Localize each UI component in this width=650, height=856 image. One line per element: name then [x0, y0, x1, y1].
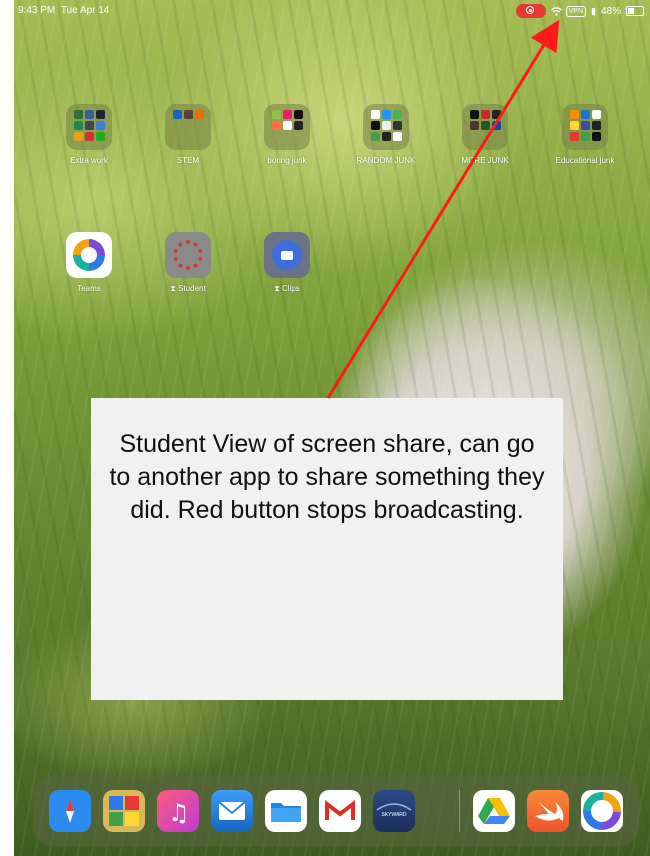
dock: ♫ SKYWARD: [33, 776, 639, 846]
annotation-callout: Student View of screen share, can go to …: [91, 398, 563, 700]
battery-icon: [626, 6, 644, 16]
app-clips[interactable]: ⧗ Clips: [242, 232, 332, 294]
app-teams[interactable]: Teams: [44, 232, 134, 293]
swift-icon[interactable]: [527, 790, 569, 832]
dock-separator: [459, 790, 460, 832]
app-canvas-student[interactable]: ⧗ Student: [143, 232, 233, 294]
clips-icon: [264, 232, 310, 278]
music-icon[interactable]: ♫: [157, 790, 199, 832]
mail-icon[interactable]: [211, 790, 253, 832]
canvas-student-icon: [165, 232, 211, 278]
folder-boring-junk[interactable]: boring junk: [242, 104, 332, 165]
vpn-badge: VPN: [565, 5, 587, 17]
folder-label: MORE JUNK: [461, 156, 509, 165]
folder-label: Educational junk: [555, 156, 615, 165]
lock-rotation-icon: ▮: [591, 5, 596, 16]
folder-extra-work[interactable]: Extra work: [44, 104, 134, 165]
folder-label: Extra work: [70, 156, 108, 165]
folder-more-junk[interactable]: MORE JUNK: [440, 104, 530, 165]
gmail-icon[interactable]: [319, 790, 361, 832]
screen-recording-stop-button[interactable]: [515, 4, 546, 18]
folder-icon: [66, 104, 112, 150]
folder-icon: [462, 104, 508, 150]
folder-educational-junk[interactable]: Educational junk: [540, 104, 630, 165]
app-label: ⧗ Student: [170, 284, 206, 293]
folder-stem[interactable]: STEM: [143, 104, 233, 165]
folder-icon: [264, 104, 310, 150]
folder-icon: [165, 104, 211, 150]
status-bar: 9:43 PM Tue Apr 14 VPN ▮ 48%: [14, 0, 650, 22]
teams-icon: [66, 232, 112, 278]
wifi-icon: [550, 7, 562, 16]
skyward-icon[interactable]: SKYWARD: [373, 790, 415, 832]
folder-random-junk[interactable]: RANDOM JUNK: [341, 104, 431, 165]
folder-icon: [562, 104, 608, 150]
drive-icon[interactable]: [473, 790, 515, 832]
teams-icon[interactable]: [581, 790, 623, 832]
folder-label: RANDOM JUNK: [356, 156, 416, 165]
callout-text: Student View of screen share, can go to …: [109, 430, 545, 524]
folder-icon: [363, 104, 409, 150]
folder-label: boring junk: [267, 156, 307, 165]
status-date: Tue Apr 14: [60, 5, 110, 16]
skyward-label: SKYWARD: [381, 812, 407, 818]
folder-label: STEM: [176, 156, 200, 165]
battery-percent: 48%: [600, 5, 621, 17]
app-label: Teams: [77, 284, 101, 293]
status-time: 9:43 PM: [18, 5, 56, 16]
puzzle-icon[interactable]: [103, 790, 145, 832]
app-label: ⧗ Clips: [274, 284, 300, 293]
safari-icon[interactable]: [49, 790, 91, 832]
svg-text:♫: ♫: [168, 799, 190, 827]
files-icon[interactable]: [265, 790, 307, 832]
